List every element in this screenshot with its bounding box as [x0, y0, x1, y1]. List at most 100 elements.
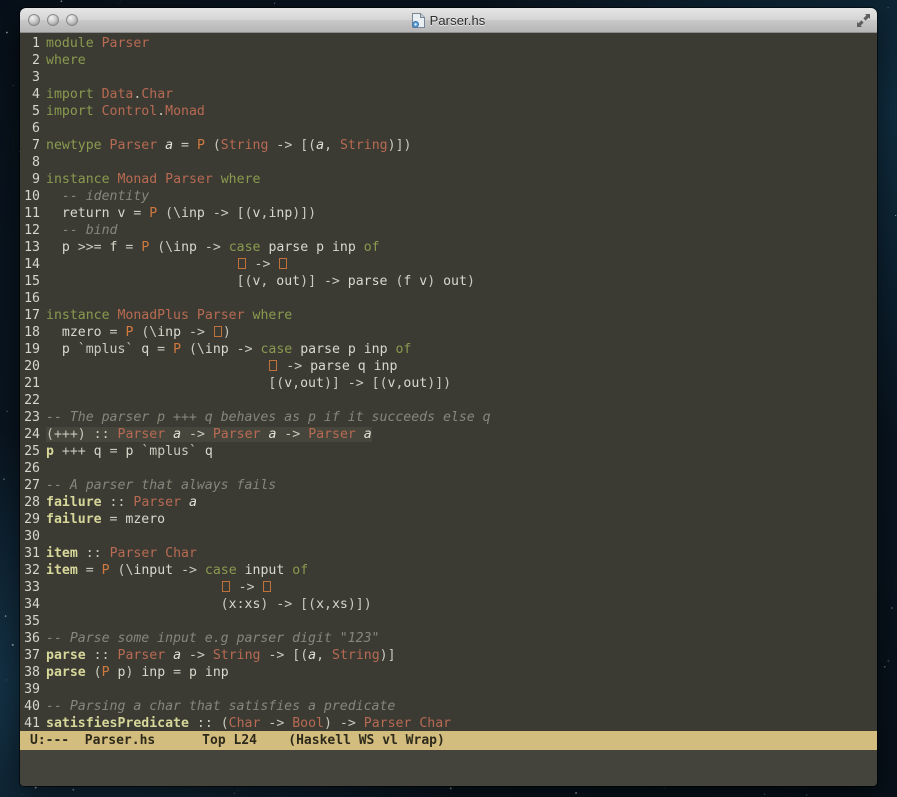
code-line[interactable]: 38 parse (P p) inp = p inp: [20, 664, 877, 681]
code-line[interactable]: 19 p `mplus` q = P (\inp -> case parse p…: [20, 341, 877, 358]
code-line[interactable]: 23 -- The parser p +++ q behaves as p if …: [20, 409, 877, 426]
code-line[interactable]: 33 ->: [20, 579, 877, 596]
code-line[interactable]: 2 where: [20, 52, 877, 69]
window-titlebar[interactable]: Parser.hs: [20, 8, 877, 33]
fullscreen-expand-icon[interactable]: [856, 13, 871, 28]
code-line[interactable]: 8: [20, 154, 877, 171]
code-line[interactable]: 9 instance Monad Parser where: [20, 171, 877, 188]
code-text[interactable]: mzero = P (\inp -> ): [46, 324, 877, 341]
code-line[interactable]: 26: [20, 460, 877, 477]
code-text[interactable]: -> parse q inp: [46, 358, 877, 375]
window-title-group: Parser.hs: [20, 12, 877, 28]
code-text[interactable]: satisfiesPredicate :: (Char -> Bool) -> …: [46, 715, 877, 731]
code-line[interactable]: 22: [20, 392, 877, 409]
code-text[interactable]: [46, 613, 877, 630]
code-line[interactable]: 4 import Data.Char: [20, 86, 877, 103]
code-text[interactable]: -- Parsing a char that satisfies a predi…: [46, 698, 877, 715]
line-number: 38: [24, 665, 40, 680]
code-text[interactable]: [46, 290, 877, 307]
code-line[interactable]: 1 module Parser: [20, 35, 877, 52]
document-file-icon: [411, 12, 425, 28]
zoom-button-icon[interactable]: [66, 14, 78, 26]
code-text[interactable]: -- A parser that always fails: [46, 477, 877, 494]
code-line[interactable]: 12 -- bind: [20, 222, 877, 239]
code-text[interactable]: [46, 392, 877, 409]
code-line[interactable]: 5 import Control.Monad: [20, 103, 877, 120]
code-text[interactable]: parse (P p) inp = p inp: [46, 664, 877, 681]
code-line[interactable]: 40 -- Parsing a char that satisfies a pre…: [20, 698, 877, 715]
code-text[interactable]: p +++ q = p `mplus` q: [46, 443, 877, 460]
code-text[interactable]: (x:xs) -> [(x,xs)]): [46, 596, 877, 613]
code-text[interactable]: (+++) :: Parser a -> Parser a -> Parser …: [46, 426, 877, 443]
code-line[interactable]: 15 [(v, out)] -> parse (f v) out): [20, 273, 877, 290]
code-text[interactable]: [46, 681, 877, 698]
code-text[interactable]: item :: Parser Char: [46, 545, 877, 562]
code-text[interactable]: newtype Parser a = P (String -> [(a, Str…: [46, 137, 877, 154]
code-text[interactable]: [(v, out)] -> parse (f v) out): [46, 273, 877, 290]
code-line[interactable]: 13 p >>= f = P (\inp -> case parse p inp…: [20, 239, 877, 256]
code-line[interactable]: 20 -> parse q inp: [20, 358, 877, 375]
code-text[interactable]: instance Monad Parser where: [46, 171, 877, 188]
code-line[interactable]: 10 -- identity: [20, 188, 877, 205]
code-line[interactable]: 14 ->: [20, 256, 877, 273]
code-text[interactable]: -- bind: [46, 222, 877, 239]
code-line[interactable]: 3: [20, 69, 877, 86]
line-number: 29: [24, 512, 40, 527]
code-text[interactable]: return v = P (\inp -> [(v,inp)]): [46, 205, 877, 222]
code-text[interactable]: -- Parse some input e.g parser digit "12…: [46, 630, 877, 647]
code-line[interactable]: 39: [20, 681, 877, 698]
close-button-icon[interactable]: [28, 14, 40, 26]
minimize-button-icon[interactable]: [47, 14, 59, 26]
code-line[interactable]: 27 -- A parser that always fails: [20, 477, 877, 494]
code-text[interactable]: -- identity: [46, 188, 877, 205]
code-line[interactable]: 29 failure = mzero: [20, 511, 877, 528]
code-line[interactable]: 16: [20, 290, 877, 307]
line-number: 11: [24, 206, 40, 221]
code-text[interactable]: parse :: Parser a -> String -> [(a, Stri…: [46, 647, 877, 664]
application-window: Parser.hs 1 module Parser 2 where 3 4 import D…: [20, 8, 877, 786]
code-text[interactable]: p >>= f = P (\inp -> case parse p inp of: [46, 239, 877, 256]
code-line[interactable]: 28 failure :: Parser a: [20, 494, 877, 511]
code-text[interactable]: import Data.Char: [46, 86, 877, 103]
code-text[interactable]: where: [46, 52, 877, 69]
code-line[interactable]: 24 (+++) :: Parser a -> Parser a -> Parse…: [20, 426, 877, 443]
code-line[interactable]: 17 instance MonadPlus Parser where: [20, 307, 877, 324]
code-line[interactable]: 37 parse :: Parser a -> String -> [(a, St…: [20, 647, 877, 664]
code-text[interactable]: failure :: Parser a: [46, 494, 877, 511]
code-line[interactable]: 25 p +++ q = p `mplus` q: [20, 443, 877, 460]
code-text[interactable]: failure = mzero: [46, 511, 877, 528]
code-text[interactable]: ->: [46, 256, 877, 273]
code-text[interactable]: item = P (\input -> case input of: [46, 562, 877, 579]
code-text[interactable]: instance MonadPlus Parser where: [46, 307, 877, 324]
code-line[interactable]: 41 satisfiesPredicate :: (Char -> Bool) -…: [20, 715, 877, 731]
code-text[interactable]: [46, 528, 877, 545]
code-text[interactable]: [46, 69, 877, 86]
code-text[interactable]: [46, 154, 877, 171]
code-line[interactable]: 7 newtype Parser a = P (String -> [(a, St…: [20, 137, 877, 154]
emacs-minibuffer[interactable]: [20, 750, 877, 786]
code-line[interactable]: 30: [20, 528, 877, 545]
code-line[interactable]: 34 (x:xs) -> [(x,xs)]): [20, 596, 877, 613]
code-line[interactable]: 18 mzero = P (\inp -> ): [20, 324, 877, 341]
line-number: 7: [32, 138, 40, 153]
code-line[interactable]: 11 return v = P (\inp -> [(v,inp)]): [20, 205, 877, 222]
code-text[interactable]: import Control.Monad: [46, 103, 877, 120]
code-text[interactable]: [46, 120, 877, 137]
traffic-light-buttons: [28, 14, 78, 26]
code-line[interactable]: 21 [(v,out)] -> [(v,out)]): [20, 375, 877, 392]
code-buffer[interactable]: 1 module Parser 2 where 3 4 import Data.Char 5 i…: [20, 33, 877, 731]
code-line[interactable]: 36 -- Parse some input e.g parser digit "…: [20, 630, 877, 647]
code-text[interactable]: module Parser: [46, 35, 877, 52]
code-text[interactable]: -- The parser p +++ q behaves as p if it…: [46, 409, 877, 426]
line-number: 28: [24, 495, 40, 510]
code-line[interactable]: 35: [20, 613, 877, 630]
code-line[interactable]: 6: [20, 120, 877, 137]
line-number: 24: [24, 427, 40, 442]
code-text[interactable]: [46, 460, 877, 477]
line-number: 2: [32, 53, 40, 68]
code-text[interactable]: p `mplus` q = P (\inp -> case parse p in…: [46, 341, 877, 358]
code-line[interactable]: 32 item = P (\input -> case input of: [20, 562, 877, 579]
code-text[interactable]: ->: [46, 579, 877, 596]
code-text[interactable]: [(v,out)] -> [(v,out)]): [46, 375, 877, 392]
code-line[interactable]: 31 item :: Parser Char: [20, 545, 877, 562]
